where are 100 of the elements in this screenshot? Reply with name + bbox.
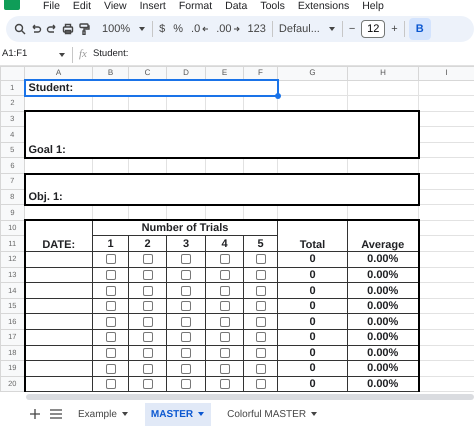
checkbox[interactable] (106, 286, 116, 296)
font-dropdown[interactable]: Defaul... (276, 21, 338, 37)
checkbox[interactable] (256, 364, 266, 374)
column-header[interactable]: B (92, 66, 128, 80)
checkbox[interactable] (106, 254, 116, 264)
increase-size-button[interactable]: + (389, 21, 400, 37)
checkbox[interactable] (181, 301, 191, 312)
checkbox[interactable] (256, 348, 266, 358)
decrease-decimals-button[interactable]: .0 (189, 21, 210, 37)
selection-handle[interactable] (274, 92, 280, 99)
cell-range[interactable]: A1:F1 (2, 47, 28, 62)
checkbox[interactable] (256, 254, 266, 264)
checkbox[interactable] (256, 379, 266, 390)
checkbox[interactable] (181, 270, 191, 280)
arrow-right-icon[interactable] (234, 26, 240, 32)
caret-icon[interactable] (138, 25, 146, 33)
column-header[interactable]: F (244, 66, 278, 80)
checkbox[interactable] (142, 316, 152, 327)
decrease-size-button[interactable]: − (346, 21, 358, 37)
currency-button[interactable]: $ (157, 21, 168, 37)
caret-icon[interactable] (58, 50, 66, 58)
menu-item[interactable]: Data (225, 0, 248, 13)
checkbox[interactable] (142, 332, 152, 342)
column-header[interactable]: G (278, 66, 348, 80)
checkbox[interactable] (181, 254, 191, 264)
search-icon[interactable] (14, 23, 26, 35)
column-header[interactable]: A (24, 66, 92, 80)
undo-icon[interactable] (30, 23, 42, 35)
add-sheet-icon[interactable] (30, 409, 40, 420)
checkbox[interactable] (256, 316, 266, 327)
checkbox[interactable] (106, 364, 116, 374)
checkbox[interactable] (106, 348, 116, 358)
checkbox[interactable] (220, 332, 230, 342)
checkbox[interactable] (106, 301, 116, 312)
sheet-tab[interactable]: Example (72, 402, 135, 426)
zoom-dropdown[interactable]: 100% (100, 21, 148, 37)
checkbox[interactable] (142, 364, 152, 374)
checkbox[interactable] (256, 301, 266, 312)
checkbox[interactable] (181, 348, 191, 358)
column-header[interactable]: D (166, 66, 206, 80)
checkbox[interactable] (106, 332, 116, 342)
column-header[interactable]: I (418, 66, 474, 80)
caret-icon[interactable] (120, 410, 129, 418)
checkbox[interactable] (142, 286, 152, 296)
checkbox[interactable] (220, 270, 230, 280)
checkbox[interactable] (181, 364, 191, 374)
menu-item[interactable]: Help (362, 0, 384, 13)
column-header[interactable]: C (128, 66, 166, 80)
formula-value[interactable]: Student: (92, 47, 128, 62)
bold-button[interactable]: B (408, 18, 431, 40)
caret-icon[interactable] (197, 410, 206, 418)
menu-item[interactable]: Extensions (298, 0, 350, 13)
checkbox[interactable] (181, 379, 191, 390)
checkbox[interactable] (256, 286, 266, 296)
menu-item[interactable]: Format (178, 0, 212, 13)
sheet-tab[interactable]: MASTER (144, 402, 212, 426)
checkbox[interactable] (106, 270, 116, 280)
menu-item[interactable]: Edit (72, 0, 92, 13)
column-header[interactable]: H (348, 66, 418, 80)
checkbox[interactable] (220, 286, 230, 296)
checkbox[interactable] (106, 316, 116, 327)
table-cell: 0.00% (348, 267, 418, 283)
horizontal-scrollbar[interactable] (26, 394, 474, 400)
increase-decimals-button[interactable]: .00 (214, 21, 242, 37)
table-cell: 0.00% (348, 252, 418, 268)
checkbox[interactable] (220, 348, 230, 358)
paint-format-icon[interactable] (78, 23, 90, 35)
number-format-button[interactable]: 123 (246, 21, 268, 37)
checkbox[interactable] (220, 316, 230, 327)
print-icon[interactable] (62, 23, 74, 35)
checkbox[interactable] (142, 270, 152, 280)
checkbox[interactable] (220, 364, 230, 374)
checkbox[interactable] (220, 301, 230, 312)
menu-item[interactable]: Tools (260, 0, 285, 13)
checkbox[interactable] (106, 379, 116, 390)
checkbox[interactable] (142, 379, 152, 390)
checkbox[interactable] (256, 332, 266, 342)
checkbox[interactable] (142, 301, 152, 312)
table-cell: 0 (278, 298, 348, 314)
menu-icon[interactable] (50, 409, 62, 420)
menu-item[interactable]: View (104, 0, 127, 13)
font-size-field[interactable]: 12 (361, 20, 386, 38)
percent-button[interactable]: % (171, 21, 186, 37)
checkbox[interactable] (256, 270, 266, 280)
caret-icon[interactable] (310, 410, 318, 418)
checkbox[interactable] (220, 254, 230, 264)
sheet-tab[interactable]: Colorful MASTER (221, 402, 324, 426)
checkbox[interactable] (181, 316, 191, 327)
menu-item[interactable]: Insert (140, 0, 166, 13)
checkbox[interactable] (142, 254, 152, 264)
checkbox[interactable] (181, 286, 191, 296)
caret-icon[interactable] (328, 25, 336, 33)
table-cell: 0 (278, 314, 348, 330)
redo-icon[interactable] (46, 23, 58, 35)
checkbox[interactable] (142, 348, 152, 358)
arrow-left-icon[interactable] (202, 26, 208, 32)
checkbox[interactable] (220, 379, 230, 390)
menu-item[interactable]: File (43, 0, 60, 13)
column-header[interactable]: E (206, 66, 244, 80)
checkbox[interactable] (181, 332, 191, 342)
